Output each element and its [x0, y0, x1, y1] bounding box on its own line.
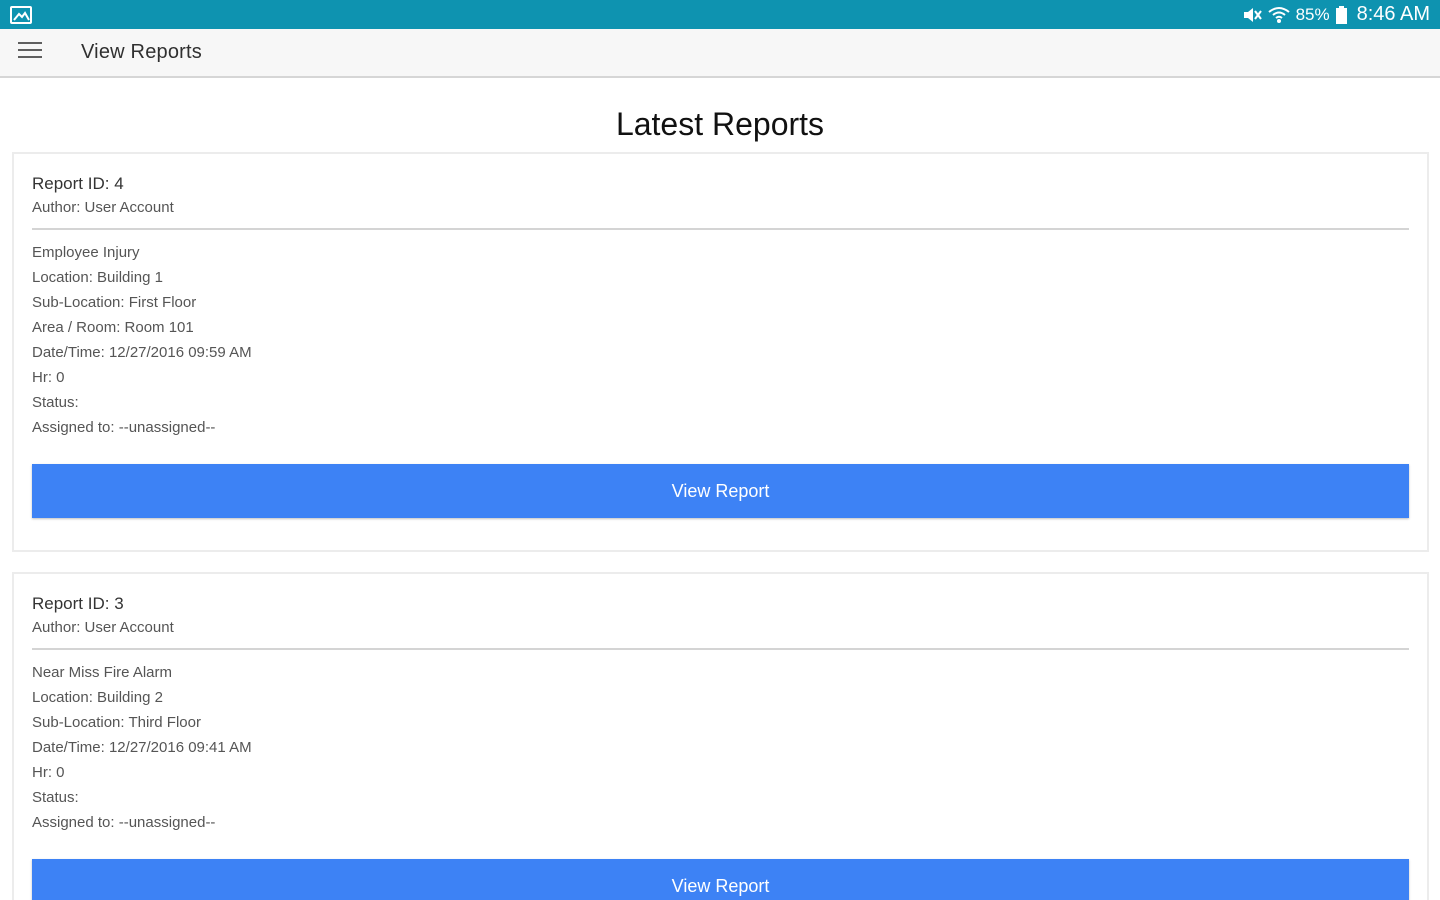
card-divider [32, 228, 1409, 230]
report-area: Area / Room: Room 101 [32, 319, 194, 336]
report-assigned: Assigned to: --unassigned-- [32, 814, 216, 831]
report-hr: Hr: 0 [32, 369, 65, 386]
hamburger-menu-icon [18, 41, 42, 64]
clock: 8:46 AM [1356, 3, 1430, 25]
app-bar: View Reports [0, 29, 1440, 78]
report-type: Near Miss Fire Alarm [32, 664, 173, 681]
report-id: Report ID: 4 [32, 174, 124, 193]
page-heading: Latest Reports [615, 106, 825, 142]
report-datetime: Date/Time: 12/27/2016 09:41 AM [32, 739, 252, 756]
battery-percent: 85% [1295, 4, 1330, 24]
reports-content[interactable]: Latest Reports Report ID: 4 Author: User… [0, 80, 1440, 900]
report-hr: Hr: 0 [32, 764, 65, 781]
report-status: Status: [32, 394, 79, 411]
report-sub-location: Sub-Location: Third Floor [32, 714, 201, 731]
report-author: Author: User Account [32, 619, 174, 636]
report-id: Report ID: 3 [32, 594, 124, 613]
report-status: Status: [32, 789, 79, 806]
gallery-icon [10, 5, 32, 24]
report-datetime: Date/Time: 12/27/2016 09:59 AM [32, 344, 252, 361]
status-right: 85% 8:46 AM [1242, 3, 1430, 26]
wifi-icon [1267, 6, 1290, 24]
battery-icon [1335, 5, 1347, 24]
menu-button[interactable] [0, 28, 60, 77]
view-report-button[interactable]: View Report [32, 859, 1409, 900]
report-card: Report ID: 4 Author: User Account Employ… [12, 152, 1429, 552]
mute-icon [1242, 6, 1262, 24]
report-type: Employee Injury [32, 244, 140, 261]
report-author: Author: User Account [32, 199, 174, 216]
report-location: Location: Building 1 [32, 269, 163, 286]
report-card: Report ID: 3 Author: User Account Near M… [12, 572, 1429, 900]
card-divider [32, 648, 1409, 650]
report-sub-location: Sub-Location: First Floor [32, 294, 197, 311]
report-location: Location: Building 2 [32, 689, 163, 706]
app-title: View Reports [81, 41, 202, 63]
status-bar: 85% 8:46 AM [0, 0, 1440, 29]
report-assigned: Assigned to: --unassigned-- [32, 419, 216, 436]
view-report-button[interactable]: View Report [32, 464, 1409, 518]
status-left [10, 5, 32, 24]
